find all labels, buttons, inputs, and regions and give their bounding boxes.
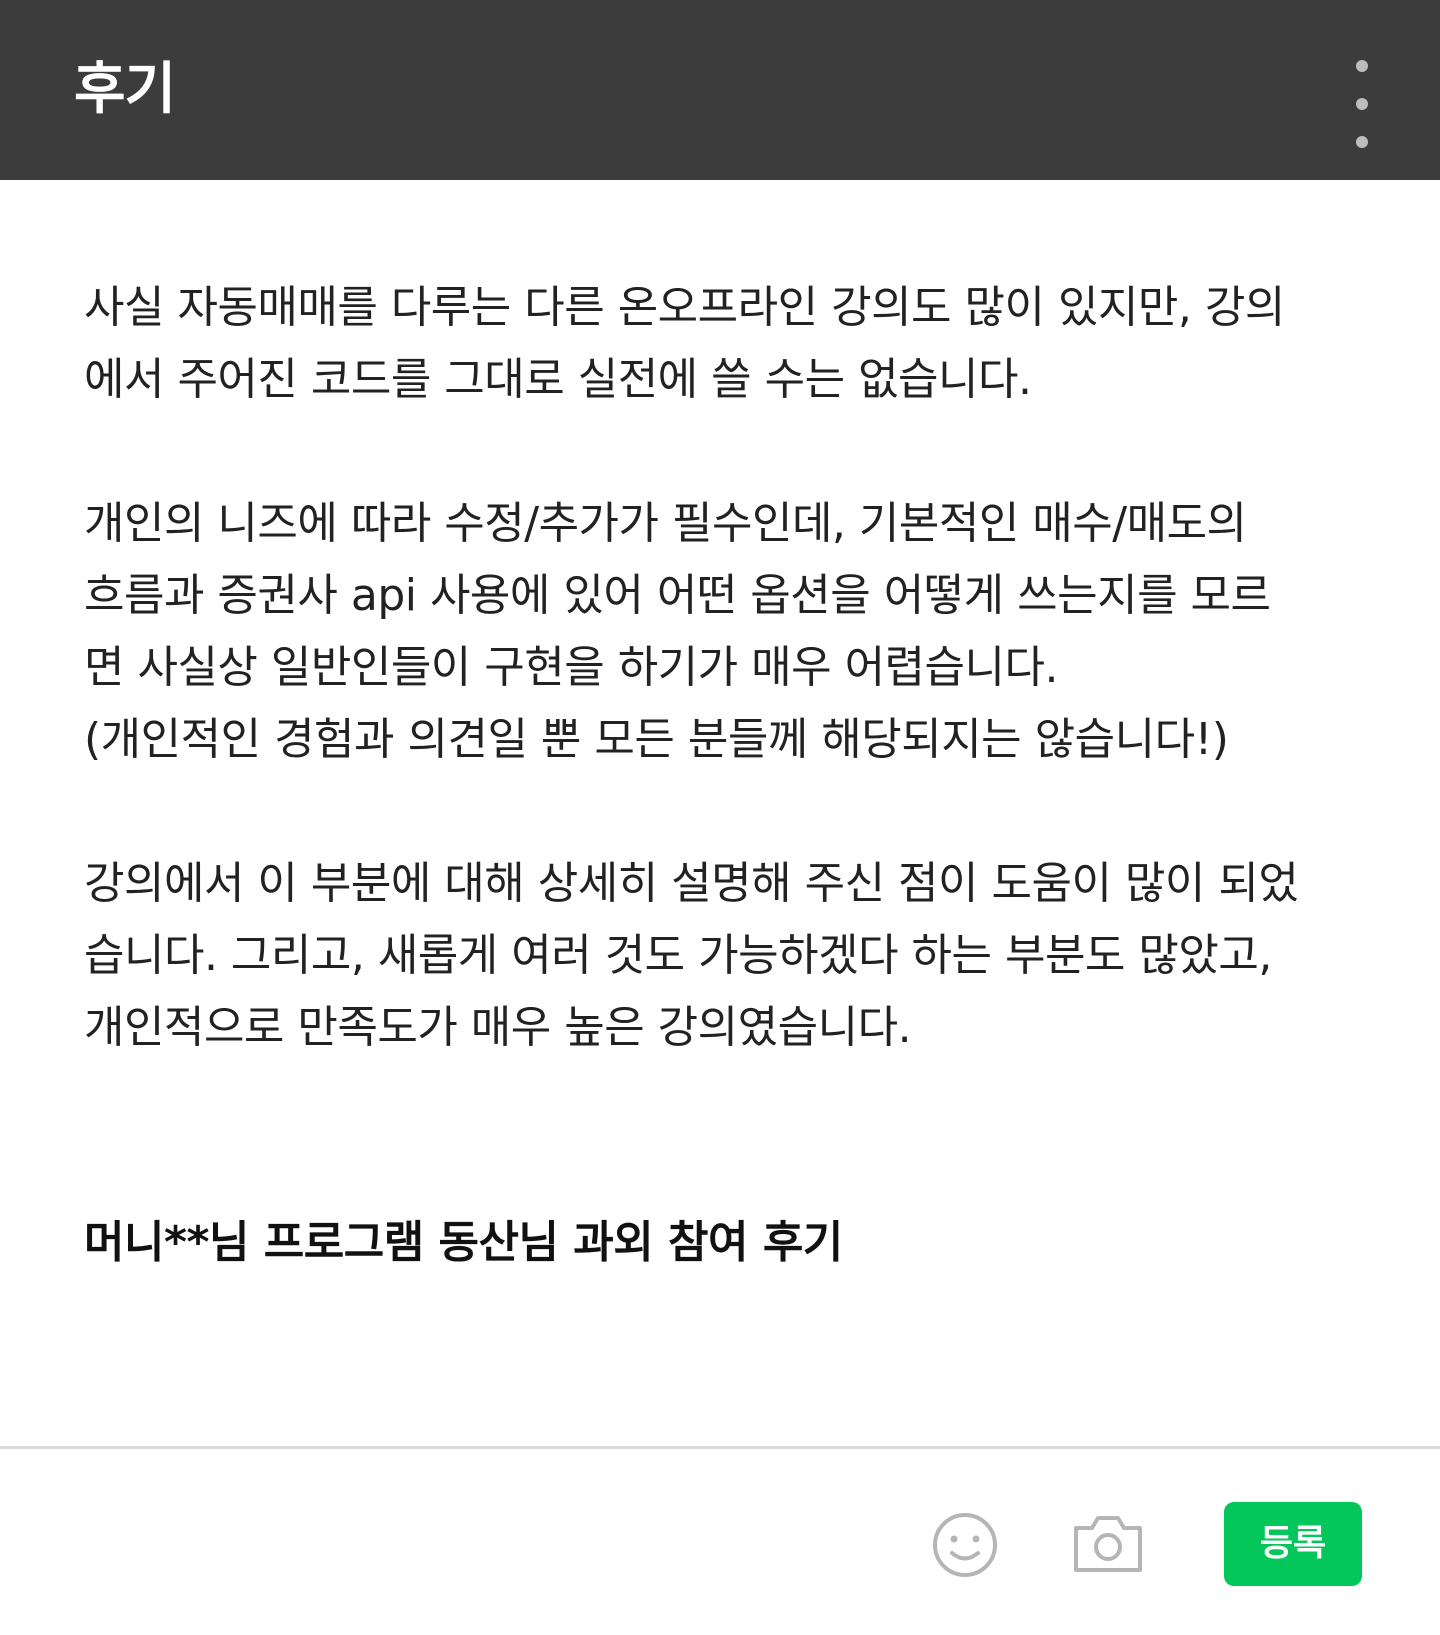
emoji-button[interactable] <box>930 1510 1000 1580</box>
review-paragraph-1: 사실 자동매매를 다루는 다른 온오프라인 강의도 많이 있지만, 강의 에서 … <box>84 272 1374 416</box>
text-line: (개인적인 경험과 의견일 뿐 모든 분들께 해당되지는 않습니다!) <box>84 714 1229 765</box>
smiley-icon <box>933 1513 997 1577</box>
text-line: 면 사실상 일반인들이 구현을 하기가 매우 어렵습니다. <box>84 642 1058 693</box>
toolbar-divider <box>0 1446 1440 1449</box>
review-content: 사실 자동매매를 다루는 다른 온오프라인 강의도 많이 있지만, 강의 에서 … <box>84 272 1374 1136</box>
review-signature: 머니**님 프로그램 동산님 과외 참여 후기 <box>84 1217 843 1268</box>
text-line: 개인적으로 만족도가 매우 높은 강의였습니다. <box>84 1002 912 1053</box>
page-title: 후기 <box>74 57 176 122</box>
submit-button[interactable]: 등록 <box>1224 1502 1362 1586</box>
text-line: 개인의 니즈에 따라 수정/추가가 필수인데, 기본적인 매수/매도의 <box>84 498 1247 549</box>
text-line: 흐름과 증권사 api 사용에 있어 어떤 옵션을 어떻게 쓰는지를 모르 <box>84 570 1271 621</box>
text-line: 사실 자동매매를 다루는 다른 온오프라인 강의도 많이 있지만, 강의 <box>84 282 1285 333</box>
review-paragraph-3: 강의에서 이 부분에 대해 상세히 설명해 주신 점이 도움이 많이 되었 습니… <box>84 848 1374 1064</box>
app-header: 후기 <box>0 0 1440 180</box>
more-options-button[interactable] <box>1334 56 1390 152</box>
text-line: 에서 주어진 코드를 그대로 실전에 쓸 수는 없습니다. <box>84 354 1032 405</box>
photo-button[interactable] <box>1070 1508 1146 1578</box>
camera-icon <box>1074 1516 1142 1572</box>
text-line: 강의에서 이 부분에 대해 상세히 설명해 주신 점이 도움이 많이 되었 <box>84 858 1299 909</box>
text-line: 습니다. 그리고, 새롭게 여러 것도 가능하겠다 하는 부분도 많았고, <box>84 930 1272 981</box>
review-paragraph-2: 개인의 니즈에 따라 수정/추가가 필수인데, 기본적인 매수/매도의 흐름과 … <box>84 488 1374 776</box>
